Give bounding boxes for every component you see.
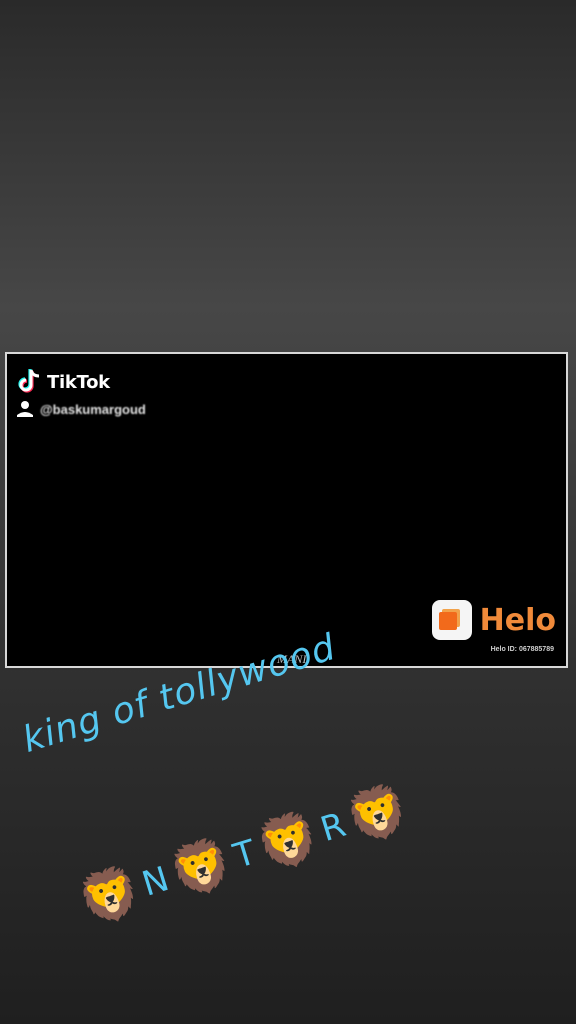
helo-logo-icon bbox=[431, 600, 472, 640]
tiktok-brand-text: TikTok bbox=[47, 371, 110, 393]
lion-icon: 🦁 bbox=[163, 832, 240, 904]
ntr-sticker-row: 🦁 N 🦁 T 🦁 R 🦁 bbox=[71, 777, 417, 932]
video-frame[interactable]: TikTok @baskumargoud Helo Helo ID: 06788… bbox=[5, 352, 568, 668]
lion-icon: 🦁 bbox=[340, 777, 417, 850]
helo-id-text: Helo ID: 067885789 bbox=[490, 646, 554, 653]
helo-brand-text: Helo bbox=[479, 602, 556, 638]
tiktok-user: @baskumargoud bbox=[15, 400, 146, 418]
lion-icon: 🦁 bbox=[71, 860, 148, 932]
user-icon bbox=[17, 401, 33, 417]
tiktok-note-icon bbox=[18, 369, 40, 393]
tiktok-username: @baskumargoud bbox=[40, 401, 146, 417]
tiktok-logo: TikTok bbox=[17, 368, 110, 396]
helo-logo: Helo bbox=[431, 600, 556, 640]
lion-icon: 🦁 bbox=[250, 805, 327, 878]
